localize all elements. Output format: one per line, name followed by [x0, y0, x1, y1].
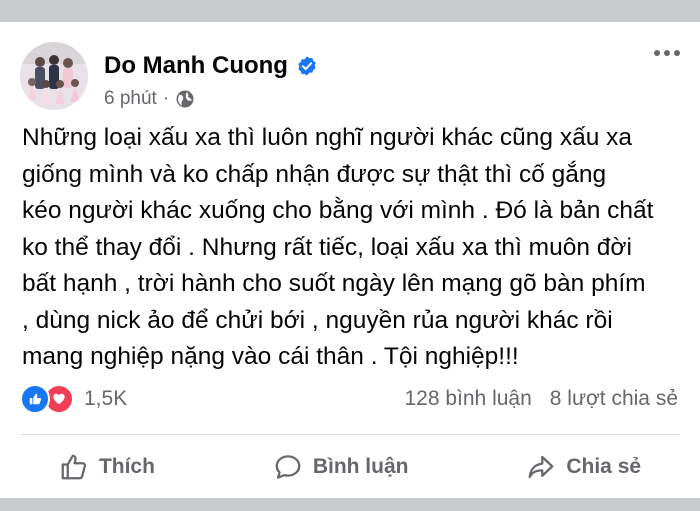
share-label: Chia sẻ — [566, 455, 642, 478]
share-button[interactable]: Chia sẻ — [526, 452, 641, 482]
share-arrow-icon — [528, 455, 554, 479]
comment-button[interactable]: Bình luận — [273, 452, 409, 482]
divider — [20, 434, 680, 435]
share-count[interactable]: 8 lượt chia sẻ — [550, 387, 678, 411]
verified-badge-icon — [298, 56, 316, 76]
post-text: Những loại xấu xa thì luôn nghĩ người kh… — [22, 124, 654, 370]
more-options-button[interactable] — [654, 50, 680, 56]
action-bar: Thích Bình luận Chia sẻ — [0, 442, 700, 492]
author-name[interactable]: Do Manh Cuong — [104, 52, 288, 80]
meta-separator: · — [162, 88, 170, 109]
more-dot-icon — [664, 50, 670, 56]
avatar[interactable] — [20, 42, 88, 110]
engagement-stats: 128 bình luận 8 lượt chia sẻ — [404, 387, 678, 411]
globe-icon — [176, 90, 194, 108]
comment-count[interactable]: 128 bình luận — [404, 387, 531, 411]
like-reaction-icon — [20, 384, 50, 414]
reaction-count: 1,5K — [84, 387, 128, 410]
post-time[interactable]: 6 phút — [104, 88, 157, 110]
comment-bubble-icon — [275, 455, 301, 479]
more-dot-icon — [654, 50, 660, 56]
more-dot-icon — [674, 50, 680, 56]
thumbs-up-icon — [61, 454, 87, 480]
avatar-photo — [20, 42, 88, 110]
comment-label: Bình luận — [312, 455, 409, 478]
author-line: Do Manh Cuong — [104, 52, 318, 80]
post-card: Do Manh Cuong 6 phút · Những loại xấu xa… — [0, 22, 700, 498]
like-label: Thích — [98, 455, 155, 478]
reactions-summary[interactable]: 1,5K — [20, 384, 127, 414]
like-button[interactable]: Thích — [59, 452, 155, 482]
post-meta: 6 phút · — [104, 88, 195, 110]
